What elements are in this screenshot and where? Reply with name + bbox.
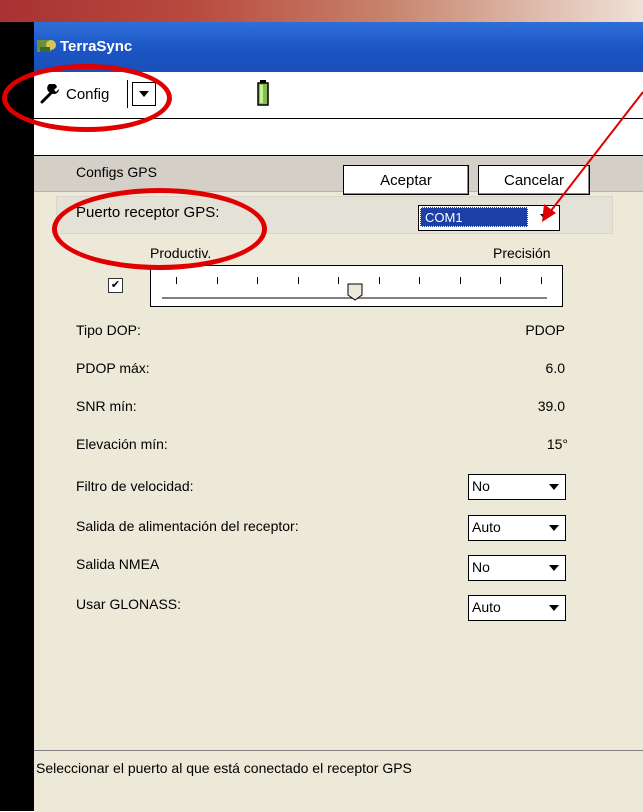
chevron-down-icon [549,484,559,490]
cancel-button[interactable]: Cancelar [478,165,590,195]
field-value-dop-type: PDOP [525,322,565,338]
chevron-down-icon [549,565,559,571]
chevron-down-icon [549,525,559,531]
accept-button[interactable]: Aceptar [343,165,469,195]
slider-tick [500,277,501,284]
field-value-pdop-max: 6.0 [545,360,565,376]
slider-thumb[interactable] [347,283,363,301]
dropdown-label-speed-filter: Filtro de velocidad: [76,478,194,494]
dropdown-label-nmea-output: Salida NMEA [76,556,160,572]
field-value-snr-min: 39.0 [537,398,565,414]
annotation-ellipse-config [2,64,172,132]
slider-tick [217,277,218,284]
slider-tick [298,277,299,284]
app-title: TerraSync [60,38,133,55]
battery-icon [257,80,269,106]
power-output-value: Auto [472,519,501,535]
power-output-select[interactable]: Auto [468,515,566,541]
status-text: Seleccionar el puerto al que está conect… [36,760,412,776]
glonass-select[interactable]: Auto [468,595,566,621]
slider-tick [338,277,339,284]
field-label-snr-min: SNR mín: [76,398,137,414]
left-frame [0,22,34,811]
dropdown-label-glonass: Usar GLONASS: [76,596,182,612]
dropdown-label-power-output: Salida de alimentación del receptor: [76,518,299,534]
field-value-elevation-min: 15° [546,436,568,452]
field-label-elevation-min: Elevación mín: [76,436,168,452]
speed-filter-select[interactable]: No [468,474,566,500]
slider-tick [460,277,461,284]
nmea-output-value: No [472,559,490,575]
slider-tick [379,277,380,284]
annotation-ellipse-port [52,188,267,270]
slider-tick [541,277,542,284]
speed-filter-value: No [472,478,490,494]
slider-tick [257,277,258,284]
terrasync-app-icon [37,40,56,52]
top-decor-bar [0,0,643,22]
port-value[interactable]: COM1 [420,207,528,227]
chevron-down-icon [549,605,559,611]
chevron-down-icon [540,214,550,220]
slider-tick [176,277,177,284]
glonass-value: Auto [472,599,501,615]
slider-right-label: Precisión [493,245,551,261]
slider-checkbox[interactable]: ✔ [108,278,123,293]
section-title: Configs GPS [76,164,157,180]
field-label-pdop-max: PDOP máx: [76,360,150,376]
field-label-dop-type: Tipo DOP: [76,322,141,338]
port-dropdown-arrow[interactable] [534,207,556,227]
nmea-output-select[interactable]: No [468,555,566,581]
slider-tick [419,277,420,284]
